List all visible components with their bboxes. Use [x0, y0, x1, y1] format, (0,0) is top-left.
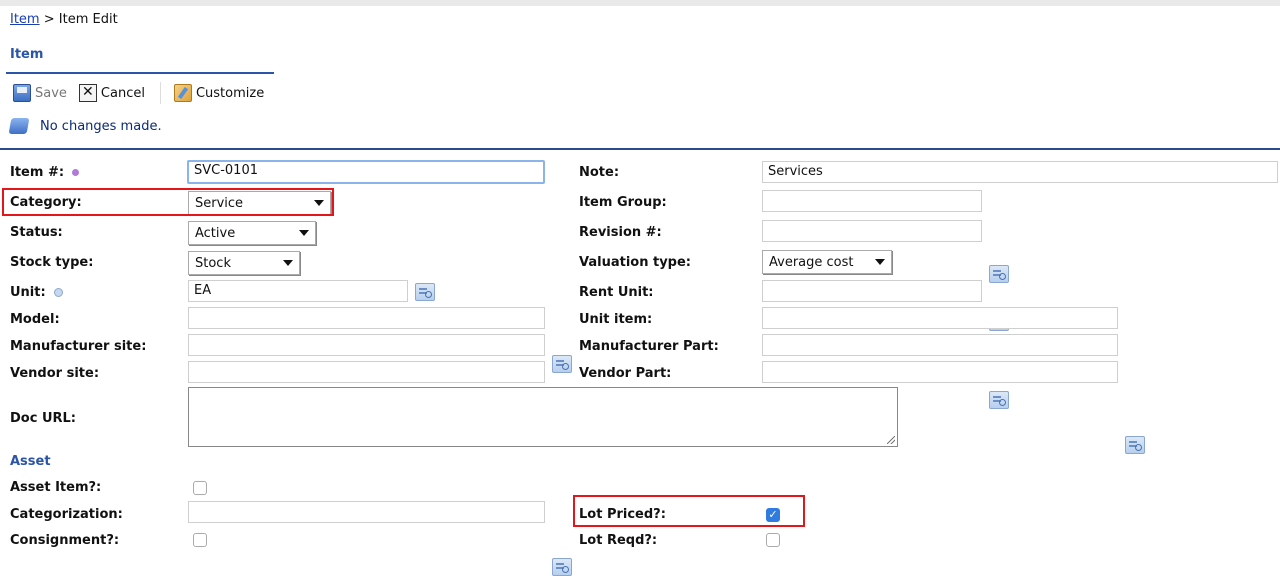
rent-unit-input[interactable]: [762, 280, 982, 302]
lookup-icon[interactable]: [989, 265, 1009, 283]
status-message: No changes made.: [8, 118, 162, 134]
title-underline: [6, 72, 274, 74]
unit-item-label: Unit item:: [579, 312, 653, 327]
chevron-down-icon: [875, 259, 885, 265]
customize-button[interactable]: Customize: [169, 80, 269, 106]
info-icon: [53, 288, 63, 297]
note-label: Note:: [579, 165, 620, 180]
status-select[interactable]: Active: [188, 221, 316, 245]
manufacturer-site-input[interactable]: [188, 334, 545, 356]
revision-input[interactable]: [762, 220, 982, 242]
manufacturer-site-label: Manufacturer site:: [10, 339, 147, 354]
form-divider: [0, 148, 1280, 150]
highlight-box-lot-priced: [573, 495, 805, 527]
breadcrumb-separator: >: [39, 12, 59, 27]
lookup-icon[interactable]: [415, 283, 435, 301]
lookup-icon[interactable]: [552, 355, 572, 373]
unit-item-input[interactable]: [762, 307, 1118, 329]
asset-section-title: Asset: [10, 454, 51, 469]
vendor-part-label: Vendor Part:: [579, 366, 672, 381]
vendor-site-label: Vendor site:: [10, 366, 100, 381]
vendor-site-input[interactable]: [188, 361, 545, 383]
info-icon: [8, 118, 30, 134]
doc-url-textarea[interactable]: [188, 387, 898, 447]
categorization-label: Categorization:: [10, 507, 123, 522]
valuation-type-label: Valuation type:: [579, 255, 691, 270]
status-label: Status:: [10, 225, 63, 240]
save-icon: [13, 84, 31, 102]
resize-handle-icon[interactable]: [887, 436, 895, 444]
close-icon: ✕: [78, 84, 97, 102]
item-group-input[interactable]: [762, 190, 982, 212]
asset-item-label: Asset Item?:: [10, 480, 102, 495]
rent-unit-label: Rent Unit:: [579, 285, 654, 300]
item-no-input[interactable]: SVC-0101: [187, 160, 545, 184]
lookup-icon[interactable]: [989, 391, 1009, 409]
stock-type-select[interactable]: Stock: [188, 251, 300, 275]
model-input[interactable]: [188, 307, 545, 329]
customize-icon: [173, 84, 192, 102]
chevron-down-icon: [299, 230, 309, 236]
lookup-icon[interactable]: [1125, 436, 1145, 454]
consignment-label: Consignment?:: [10, 533, 120, 548]
cancel-button[interactable]: ✕ Cancel: [74, 80, 150, 106]
consignment-checkbox[interactable]: [193, 533, 207, 547]
lot-reqd-label: Lot Reqd?:: [579, 533, 658, 548]
item-group-label: Item Group:: [579, 195, 667, 210]
lookup-icon[interactable]: [552, 558, 572, 576]
stock-type-label: Stock type:: [10, 255, 94, 270]
breadcrumb-current: Item Edit: [58, 12, 118, 27]
valuation-type-select[interactable]: Average cost: [762, 250, 892, 274]
customize-label: Customize: [195, 85, 265, 101]
unit-input[interactable]: EA: [188, 280, 408, 302]
required-icon: [72, 169, 80, 176]
item-no-label: Item #:: [10, 165, 80, 180]
save-label: Save: [35, 85, 67, 101]
doc-url-label: Doc URL:: [10, 411, 77, 426]
cancel-label: Cancel: [100, 85, 145, 101]
toolbar-divider: [159, 82, 161, 104]
asset-item-checkbox[interactable]: [193, 481, 207, 495]
lot-reqd-checkbox[interactable]: [766, 533, 780, 547]
vendor-part-input[interactable]: [762, 361, 1118, 383]
note-input[interactable]: Services: [762, 161, 1278, 183]
save-button[interactable]: Save: [8, 80, 72, 106]
toolbar: Save ✕ Cancel Customize: [8, 80, 271, 106]
categorization-input[interactable]: [188, 501, 545, 523]
breadcrumb-item-link[interactable]: Item: [10, 12, 40, 27]
manufacturer-part-input[interactable]: [762, 334, 1118, 356]
chevron-down-icon: [283, 260, 293, 266]
status-text: No changes made.: [40, 118, 162, 134]
manufacturer-part-label: Manufacturer Part:: [579, 339, 719, 354]
top-bar: [0, 0, 1280, 6]
highlight-box-category: [2, 188, 334, 216]
page-title: Item: [10, 47, 44, 62]
revision-label: Revision #:: [579, 225, 662, 240]
model-label: Model:: [10, 312, 60, 327]
breadcrumb: Item > Item Edit: [10, 12, 118, 27]
unit-label: Unit:: [10, 285, 63, 300]
